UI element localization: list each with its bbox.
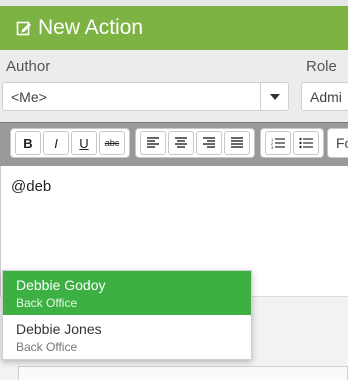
author-select-value: <Me> bbox=[11, 88, 47, 105]
author-label: Author bbox=[6, 58, 51, 75]
underline-button[interactable]: U bbox=[71, 131, 97, 155]
strikethrough-button[interactable]: abc bbox=[99, 131, 125, 155]
bulleted-list-icon[interactable] bbox=[293, 131, 319, 155]
align-center-icon[interactable] bbox=[168, 131, 194, 155]
svg-text:3: 3 bbox=[271, 145, 274, 149]
mention-name: Debbie Godoy bbox=[16, 277, 106, 293]
dialog-title: New Action bbox=[38, 16, 144, 39]
align-justify-icon[interactable] bbox=[224, 131, 250, 155]
role-select[interactable]: Admi bbox=[301, 82, 348, 111]
mention-option[interactable]: Debbie Jones Back Office bbox=[3, 315, 251, 359]
alignment-group bbox=[135, 128, 255, 158]
mention-department: Back Office bbox=[16, 296, 78, 310]
lower-field bbox=[18, 366, 348, 380]
edit-icon bbox=[16, 20, 32, 36]
italic-button[interactable]: I bbox=[43, 131, 69, 155]
list-group: 123 bbox=[260, 128, 324, 158]
bold-button[interactable]: B bbox=[15, 131, 41, 155]
editor-content: @deb bbox=[11, 178, 52, 195]
mention-option-selected[interactable]: Debbie Godoy Back Office bbox=[3, 271, 251, 315]
mention-dropdown: Debbie Godoy Back Office Debbie Jones Ba… bbox=[2, 270, 252, 360]
role-select-value: Admi bbox=[310, 88, 342, 105]
font-select[interactable]: Fo bbox=[327, 128, 348, 158]
mention-name: Debbie Jones bbox=[16, 321, 102, 337]
role-label: Role bbox=[306, 58, 337, 75]
align-right-icon[interactable] bbox=[196, 131, 222, 155]
author-select[interactable]: <Me> bbox=[2, 82, 289, 111]
dropdown-arrow-icon[interactable] bbox=[260, 83, 288, 110]
mention-department: Back Office bbox=[16, 340, 78, 354]
align-left-icon[interactable] bbox=[140, 131, 166, 155]
numbered-list-icon[interactable]: 123 bbox=[265, 131, 291, 155]
text-style-group: B I U abc bbox=[10, 128, 130, 158]
dialog-header: New Action bbox=[0, 6, 348, 50]
font-select-label: Fo bbox=[336, 135, 348, 151]
